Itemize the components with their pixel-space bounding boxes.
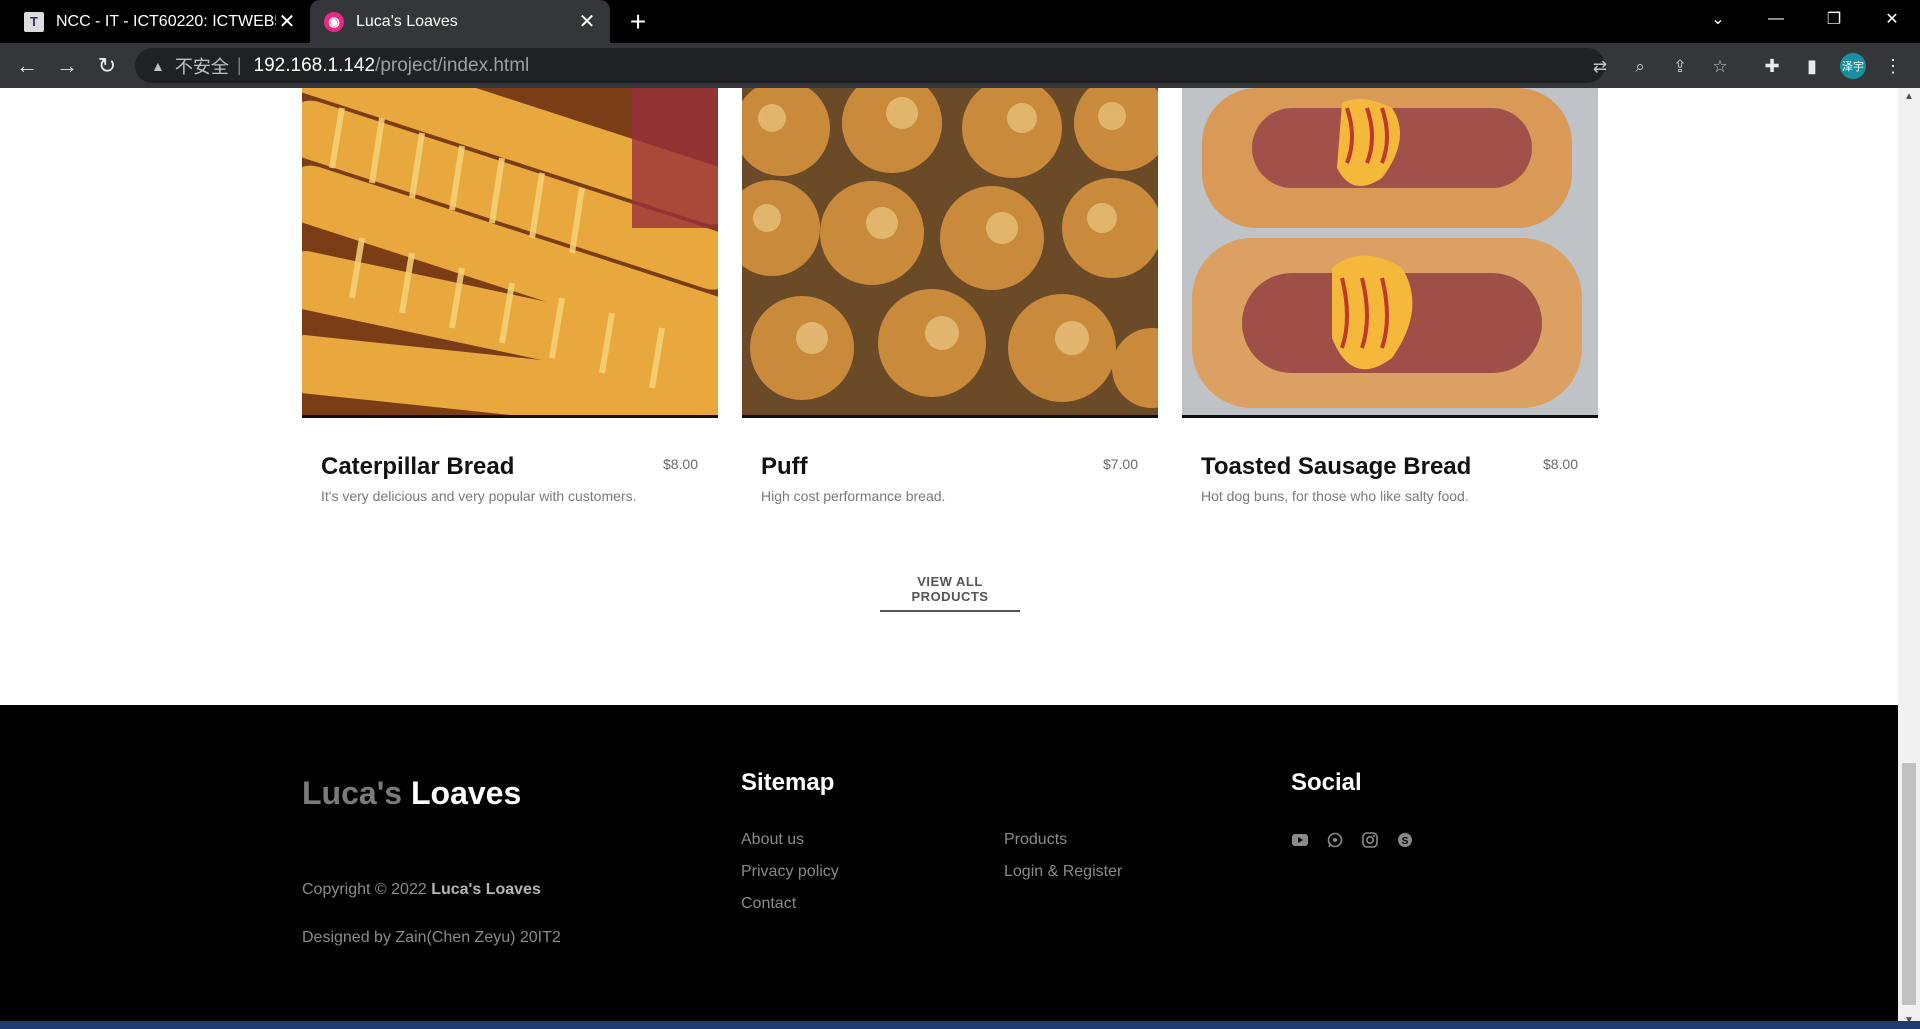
product-name[interactable]: Caterpillar Bread — [321, 453, 514, 481]
youtube-icon[interactable] — [1291, 831, 1309, 849]
tab-strip: T NCC - IT - ICT60220: ICTWEB5 ✕ ◉ Luca'… — [0, 0, 1920, 43]
browser-toolbar: ← → ↻ ▲ 不安全 | 192.168.1.142 /project/ind… — [0, 43, 1920, 88]
copyright-brand: Luca's Loaves — [431, 881, 541, 898]
translate-icon[interactable]: ⇄ — [1587, 54, 1613, 80]
restore-icon[interactable]: ❐ — [1806, 0, 1862, 38]
share-icon[interactable]: ⇪ — [1667, 54, 1693, 80]
menu-icon[interactable]: ⋮ — [1880, 53, 1906, 79]
new-tab-button[interactable]: + — [622, 6, 654, 38]
product-description: High cost performance bread. — [761, 488, 946, 504]
scroll-thumb[interactable] — [1902, 763, 1916, 1005]
product-image[interactable] — [742, 88, 1158, 418]
svg-text:S: S — [1402, 836, 1409, 847]
close-window-icon[interactable]: ✕ — [1864, 0, 1920, 38]
skype-icon[interactable]: S — [1396, 831, 1414, 849]
reload-icon[interactable]: ↻ — [90, 49, 124, 83]
product-card[interactable]: Caterpillar Bread $8.00 It's very delici… — [302, 88, 718, 504]
social-heading: Social — [1291, 769, 1362, 796]
taskbar-strip — [0, 1021, 1920, 1029]
designed-by-text: Designed by Zain(Chen Zeyu) 20IT2 — [302, 929, 561, 946]
back-icon[interactable]: ← — [10, 49, 44, 83]
close-icon[interactable]: ✕ — [276, 11, 298, 33]
product-name[interactable]: Toasted Sausage Bread — [1201, 453, 1471, 481]
copyright-prefix: Copyright © 2022 — [302, 881, 427, 898]
tab-search-icon[interactable]: ⌄ — [1690, 0, 1746, 38]
sitemap-link-login[interactable]: Login & Register — [1004, 863, 1122, 881]
product-image[interactable] — [1182, 88, 1598, 418]
whatsapp-icon[interactable] — [1326, 831, 1344, 849]
brand-part1: Luca's — [302, 775, 403, 811]
brand-part2: Loaves — [410, 775, 522, 811]
product-price: $8.00 — [1542, 456, 1578, 472]
close-icon[interactable]: ✕ — [576, 11, 598, 33]
product-description: Hot dog buns, for those who like salty f… — [1201, 488, 1469, 504]
copyright-text: Copyright © 2022 Luca's Loaves — [302, 881, 541, 899]
sitemap-link-products[interactable]: Products — [1004, 831, 1067, 849]
product-name[interactable]: Puff — [761, 453, 808, 481]
scroll-up-icon[interactable]: ▲ — [1898, 88, 1920, 105]
product-price: $8.00 — [662, 456, 698, 472]
tab-lucas-loaves[interactable]: ◉ Luca's Loaves ✕ — [310, 0, 610, 43]
tab-title: Luca's Loaves — [356, 12, 458, 30]
site-footer: Luca's Loaves Copyright © 2022 Luca's Lo… — [0, 705, 1898, 1029]
minimize-icon[interactable]: — — [1748, 0, 1804, 38]
security-label: 不安全 — [174, 56, 229, 77]
side-panel-icon[interactable]: ▮ — [1799, 53, 1825, 79]
bookmark-star-icon[interactable]: ☆ — [1707, 54, 1733, 80]
product-price: $7.00 — [1102, 456, 1138, 472]
product-description: It's very delicious and very popular wit… — [321, 488, 637, 504]
tab-title: NCC - IT - ICT60220: ICTWEB5 — [56, 12, 276, 30]
instagram-icon[interactable] — [1361, 831, 1379, 849]
puff-bread-photo — [742, 88, 1158, 415]
sausage-bread-photo — [1182, 88, 1598, 415]
tab-ncc[interactable]: T NCC - IT - ICT60220: ICTWEB5 ✕ — [0, 0, 310, 43]
sitemap-link-contact[interactable]: Contact — [741, 895, 796, 913]
page-scrollbar[interactable]: ▲ ▼ — [1898, 88, 1920, 1029]
sitemap-heading: Sitemap — [741, 769, 835, 796]
ncc-favicon-icon: T — [24, 11, 44, 32]
loaves-favicon-icon: ◉ — [324, 11, 344, 32]
caterpillar-bread-photo — [302, 88, 718, 415]
product-card[interactable]: Puff $7.00 High cost performance bread. — [742, 88, 1158, 504]
view-all-products-link[interactable]: VIEW ALL PRODUCTS — [880, 574, 1020, 612]
warning-icon: ▲ — [151, 57, 165, 74]
product-card[interactable]: Toasted Sausage Bread $8.00 Hot dog buns… — [1182, 88, 1598, 504]
sitemap-link-about[interactable]: About us — [741, 831, 804, 849]
extensions-icon[interactable]: ✚ — [1759, 53, 1785, 79]
page-content: Caterpillar Bread $8.00 It's very delici… — [0, 88, 1898, 1029]
url-host: 192.168.1.142 — [253, 54, 376, 76]
product-image[interactable] — [302, 88, 718, 418]
footer-brand[interactable]: Luca's Loaves — [302, 775, 521, 812]
divider: | — [236, 55, 242, 75]
sitemap-link-privacy[interactable]: Privacy policy — [741, 863, 839, 881]
address-bar[interactable]: ▲ 不安全 | 192.168.1.142 /project/index.htm… — [135, 48, 1728, 83]
forward-icon[interactable]: → — [50, 49, 84, 83]
url-path: /project/index.html — [375, 54, 530, 76]
profile-avatar[interactable]: 泽宇 — [1840, 53, 1866, 79]
zoom-icon[interactable]: ⌕ — [1627, 54, 1653, 80]
